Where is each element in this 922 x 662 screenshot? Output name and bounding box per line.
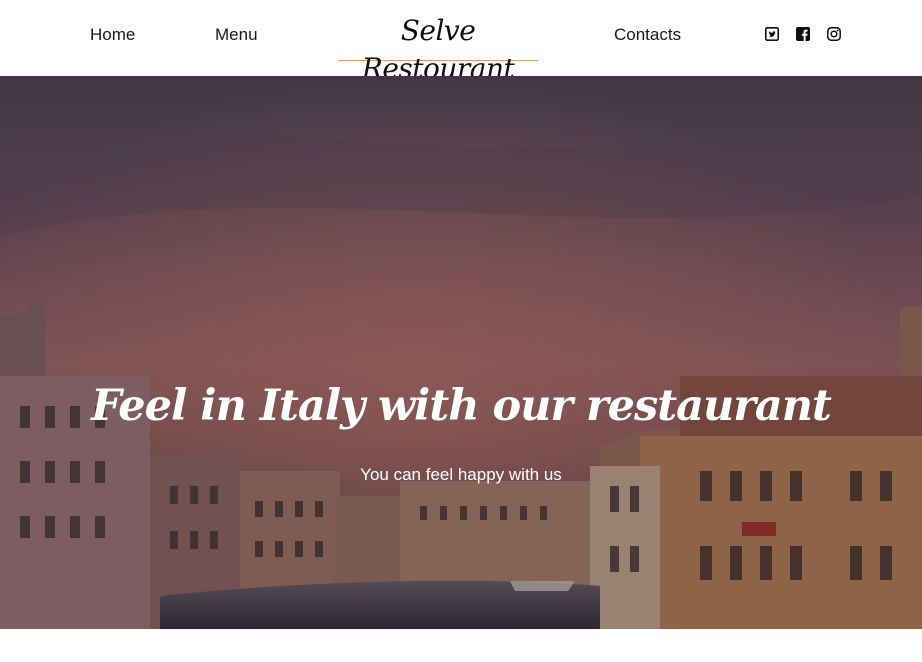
brand-name: Selve Restourant — [361, 14, 515, 85]
twitter-icon[interactable] — [765, 27, 779, 41]
facebook-icon[interactable] — [796, 27, 810, 41]
top-navigation-bar: Home Menu Selve Restourant Contacts — [0, 0, 922, 85]
page-bottom-strip — [0, 629, 922, 662]
hero-banner: Feel in Italy with our restaurant You ca… — [0, 76, 922, 629]
nav-link-contacts[interactable]: Contacts — [614, 24, 681, 46]
hero-title: Feel in Italy with our restaurant — [91, 381, 832, 431]
instagram-icon[interactable] — [827, 27, 841, 41]
nav-link-home[interactable]: Home — [90, 24, 135, 46]
hero-dark-overlay — [0, 76, 922, 629]
nav-link-menu[interactable]: Menu — [215, 24, 258, 46]
hero-subtitle: You can feel happy with us — [360, 465, 562, 484]
brand-logo[interactable]: Selve Restourant — [338, 12, 538, 85]
